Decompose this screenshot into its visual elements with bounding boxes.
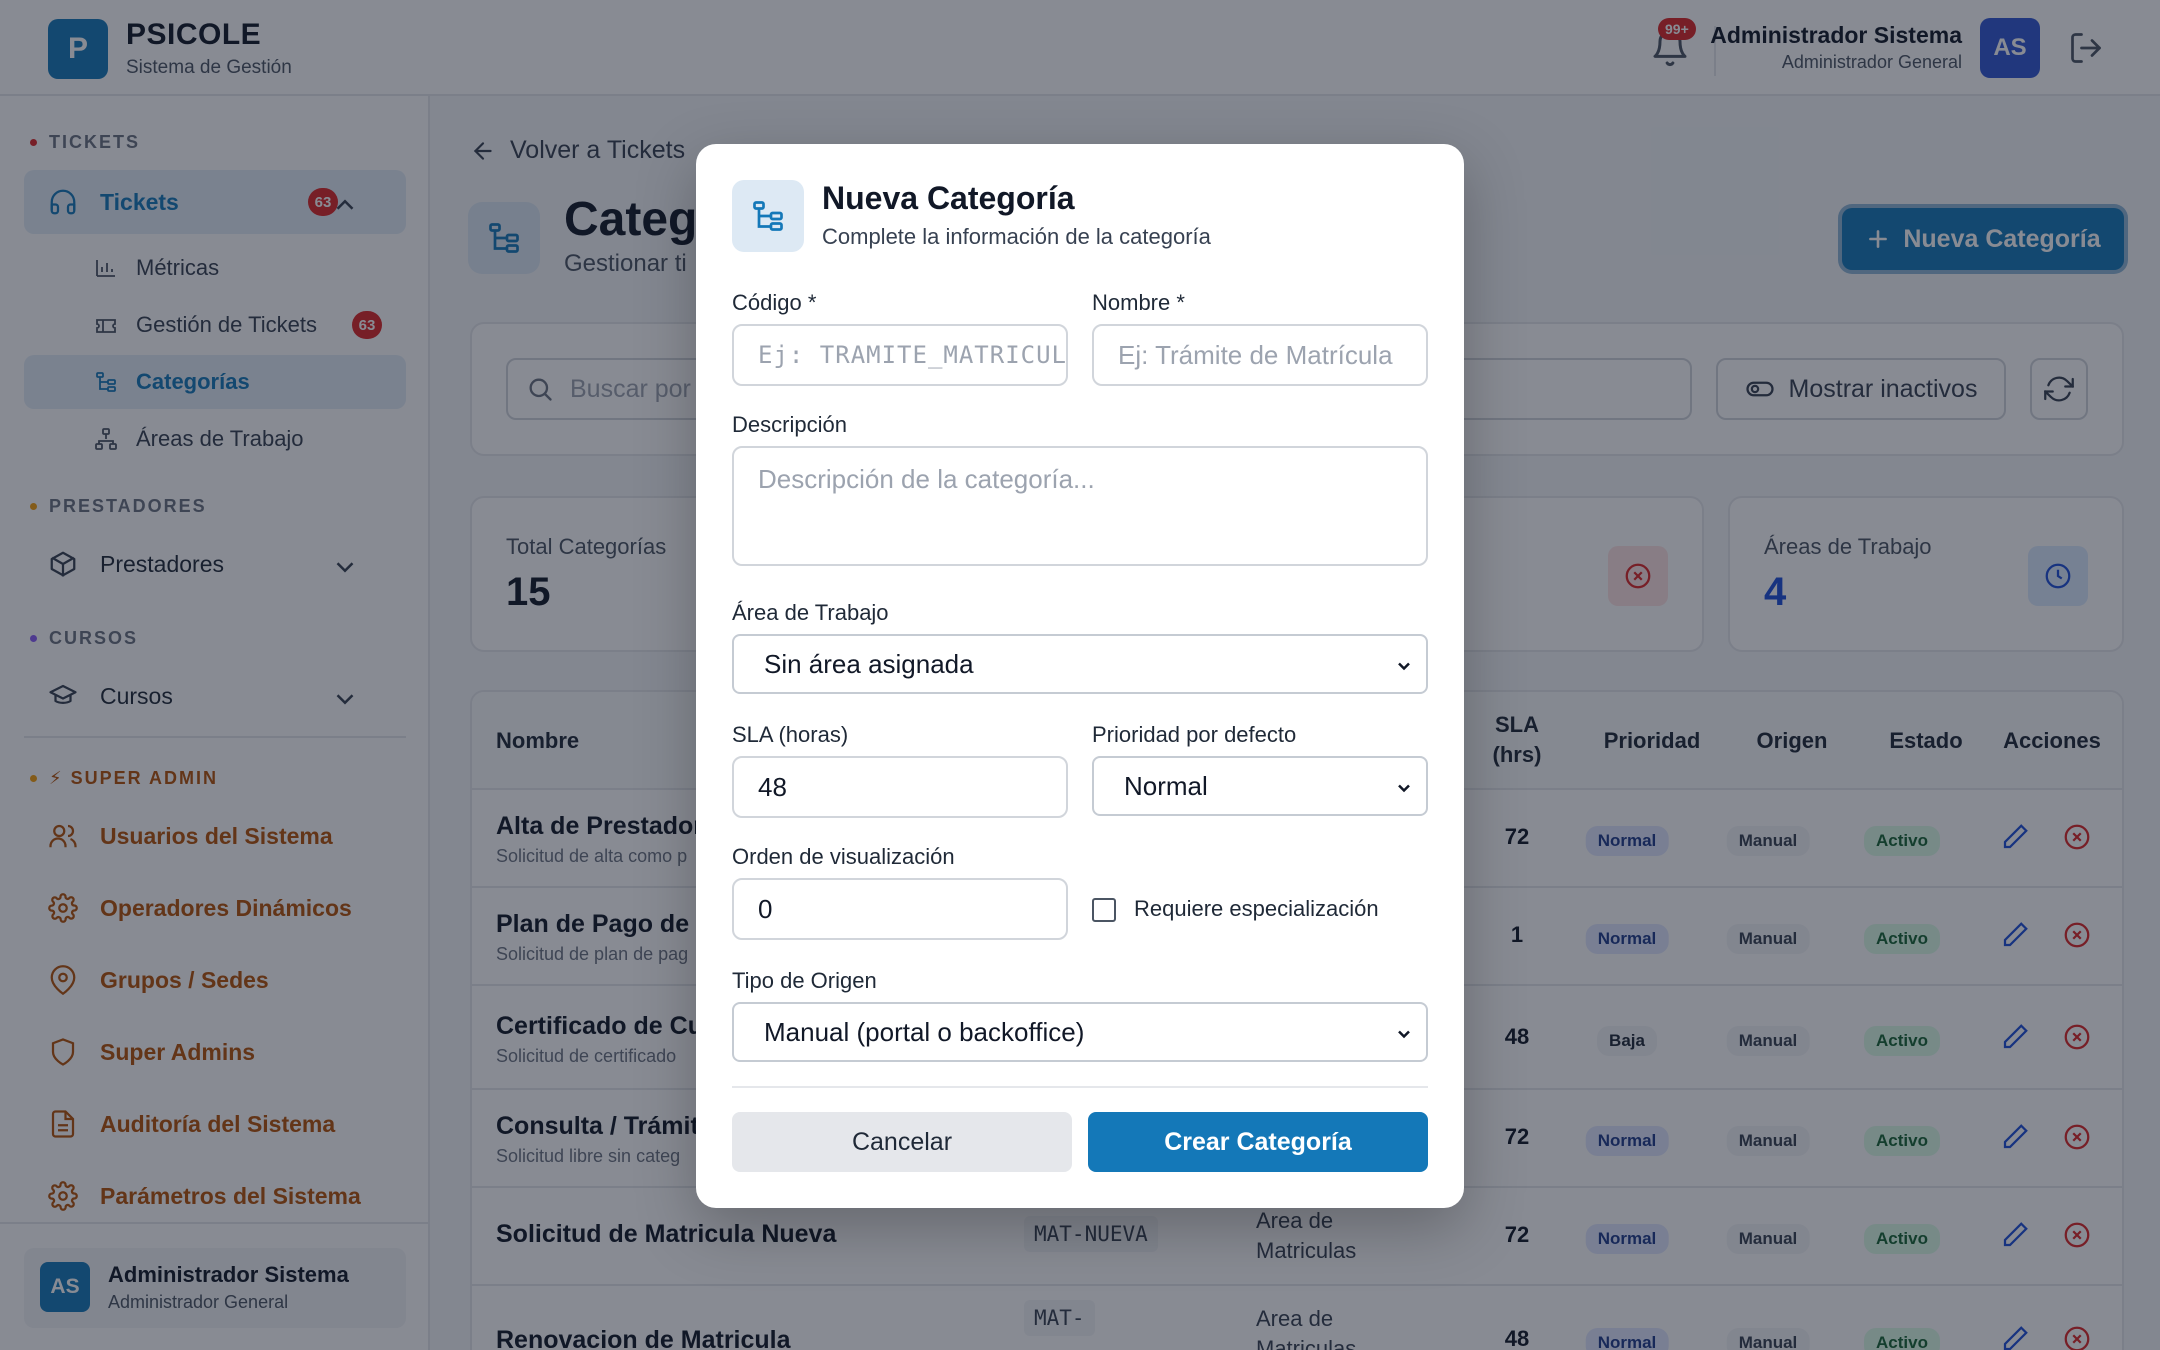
modal-icon — [732, 180, 804, 252]
area-select[interactable]: Sin área asignada — [732, 634, 1428, 694]
nombre-label: Nombre * — [1092, 290, 1185, 315]
modal-title: Nueva Categoría — [822, 180, 1075, 216]
modal-subtitle: Complete la información de la categoría — [822, 224, 1211, 249]
chevron-down-icon — [1398, 1030, 1410, 1039]
nombre-input[interactable]: Ej: Trámite de Matrícula — [1092, 324, 1428, 386]
sla-label: SLA (horas) — [732, 722, 849, 747]
modal-divider — [732, 1086, 1428, 1088]
especializacion-checkbox[interactable] — [1092, 898, 1116, 922]
orden-input[interactable]: 0 — [732, 878, 1068, 940]
origen-select-value: Manual (portal o backoffice) — [764, 1016, 1085, 1047]
descripcion-label: Descripción — [732, 412, 847, 437]
prioridad-select-value: Normal — [1124, 770, 1208, 801]
area-select-value: Sin área asignada — [764, 648, 974, 679]
category-tree-icon — [753, 201, 783, 231]
new-category-modal: Nueva Categoría Complete la información … — [696, 144, 1464, 1208]
origen-label: Tipo de Origen — [732, 968, 877, 993]
codigo-input[interactable]: Ej: TRAMITE_MATRICULA — [732, 324, 1068, 386]
create-category-button[interactable]: Crear Categoría — [1088, 1112, 1428, 1172]
prioridad-label: Prioridad por defecto — [1092, 722, 1297, 747]
orden-label: Orden de visualización — [732, 844, 955, 869]
chevron-down-icon — [1398, 662, 1410, 671]
prioridad-select[interactable]: Normal — [1092, 756, 1428, 816]
cancel-button[interactable]: Cancelar — [732, 1112, 1072, 1172]
origen-select[interactable]: Manual (portal o backoffice) — [732, 1002, 1428, 1062]
codigo-label: Código * — [732, 290, 817, 315]
especializacion-label[interactable]: Requiere especialización — [1134, 896, 1379, 922]
sla-input[interactable]: 48 — [732, 756, 1068, 818]
descripcion-textarea[interactable]: Descripción de la categoría... — [732, 446, 1428, 566]
area-label: Área de Trabajo — [732, 600, 889, 625]
chevron-down-icon — [1398, 784, 1410, 793]
